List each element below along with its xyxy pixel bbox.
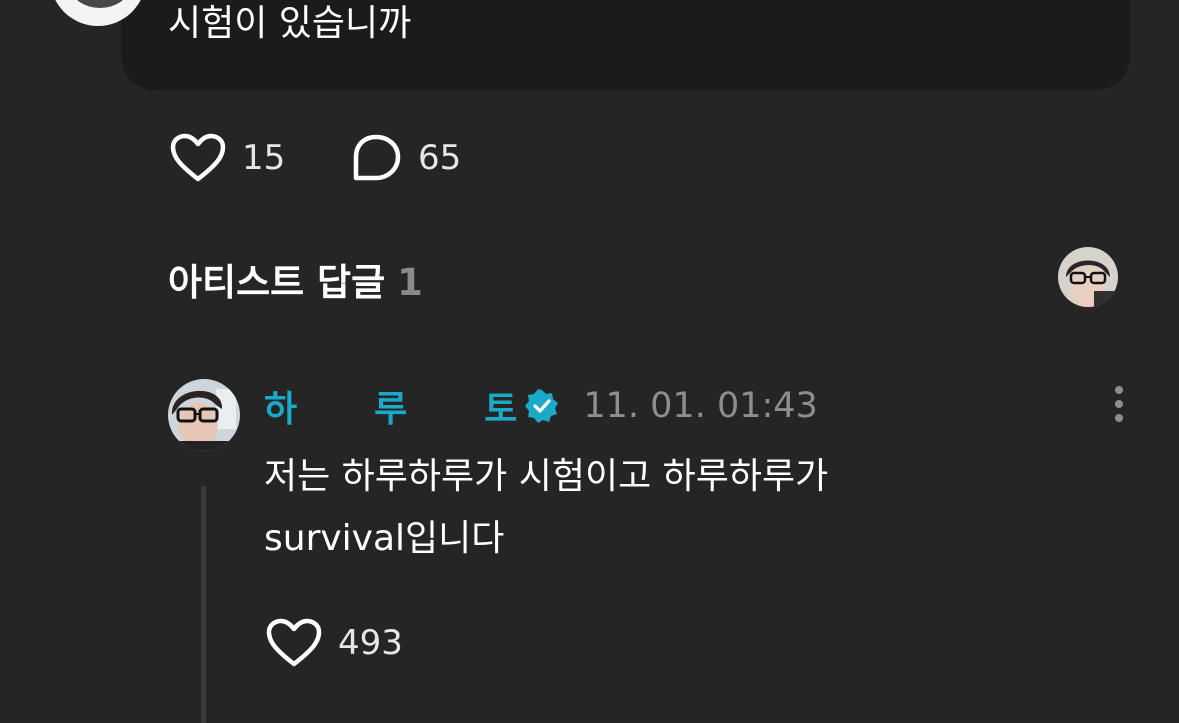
post-like-button[interactable]: 15 — [170, 133, 285, 183]
reply-text: 저는 하루하루가 시험이고 하루하루가 survival입니다 — [264, 456, 829, 559]
avatar-image — [72, 0, 128, 8]
reply-author-avatar[interactable] — [168, 379, 240, 451]
artist-replies-header: 아티스트 답글 1 — [168, 252, 423, 306]
reply-timestamp: 11. 01. 01:43 — [583, 386, 818, 426]
artist-replies-title: 아티스트 답글 — [168, 261, 386, 304]
avatar-image — [1058, 247, 1118, 307]
post-like-count: 15 — [242, 138, 286, 178]
reply-like-count: 493 — [338, 623, 403, 663]
reply-author-name[interactable]: 하루토 — [264, 380, 517, 432]
reply-author-row: 하 루 토 11. 01. 01:43 — [264, 380, 818, 432]
heart-outline-icon — [266, 618, 322, 667]
author-name-char: 하 — [264, 389, 298, 430]
post-comment-count: 65 — [418, 138, 462, 178]
post-text: 시험이 있습니까 — [168, 3, 412, 44]
verified-badge-icon — [525, 389, 559, 423]
post-comment-button[interactable]: 65 — [350, 133, 461, 183]
avatar-image — [168, 379, 240, 451]
thread-line — [201, 486, 206, 723]
more-vertical-icon[interactable] — [1106, 384, 1132, 424]
heart-outline-icon — [170, 133, 226, 182]
author-name-char: 루 — [374, 389, 408, 430]
artist-replies-count: 1 — [397, 261, 423, 304]
speech-bubble-icon — [353, 134, 401, 181]
comment-thread-screen: 시험이 있습니까 15 65 아티스트 답글 1 하 루 토 11. 01. 0… — [0, 0, 1179, 723]
artist-avatar[interactable] — [1058, 247, 1118, 307]
reply-like-button[interactable]: 493 — [266, 618, 403, 668]
author-name-char: 토 — [484, 389, 518, 430]
